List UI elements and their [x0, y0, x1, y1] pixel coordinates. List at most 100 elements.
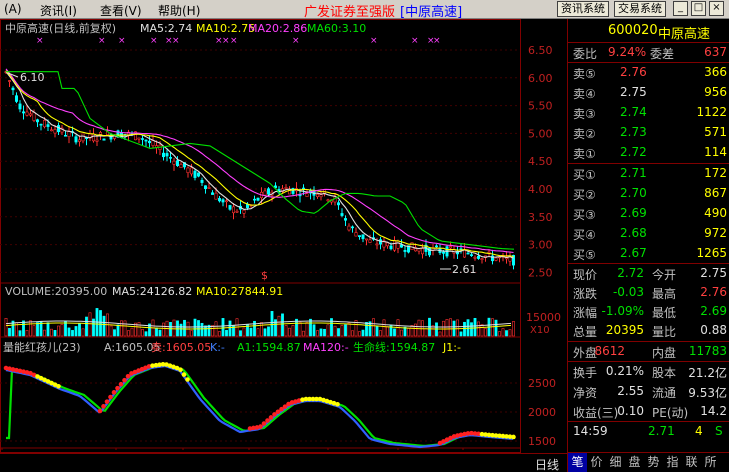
maximize-icon[interactable]: □ — [691, 1, 706, 16]
kline-chart[interactable]: 中原高速(日线,前复权) MA5:2.74 MA10:2.75 MA20:2.8… — [0, 19, 567, 453]
indicator-sell: 卖:1605.05 — [151, 341, 211, 354]
candle-body — [102, 138, 106, 141]
quote-panel: 600020 中原高速 委比 9.24% 委差 637 外盘 8612 内盘 1… — [567, 19, 729, 472]
book-label: 买⑤ — [573, 248, 596, 262]
price-tick: 4.00 — [528, 183, 553, 196]
buy-row[interactable]: 买⑤ 2.67 1265 — [568, 244, 729, 263]
menu-item-help[interactable]: 帮助(H) — [158, 2, 200, 19]
volume-bar — [512, 321, 515, 337]
indicator-dot — [178, 367, 183, 373]
candle-body — [221, 199, 225, 203]
panel-tab[interactable]: 细 — [606, 453, 625, 472]
stock-name: 中原高速 — [658, 27, 711, 42]
candle-body — [165, 153, 169, 157]
candle-body — [350, 226, 354, 229]
candle-body — [361, 234, 365, 240]
menu-item-a[interactable]: (A) — [4, 2, 22, 16]
buy-row[interactable]: 买① 2.71 172 — [568, 164, 729, 183]
signal-x-mark: × — [150, 36, 158, 46]
volume-bar — [88, 312, 92, 337]
volume-axis-top: 15000 — [526, 311, 561, 324]
sell-row[interactable]: 卖③ 2.74 1122 — [568, 103, 729, 122]
extra-value: 2.55 — [617, 384, 644, 398]
buy-row[interactable]: 买② 2.70 867 — [568, 184, 729, 203]
volume-bar — [494, 319, 498, 337]
signal-marker: $ — [261, 269, 268, 282]
volume-bar — [445, 319, 449, 337]
candle-body — [343, 218, 347, 221]
high-annotation: 6.10 — [20, 71, 45, 84]
candle-body — [315, 194, 319, 197]
weibi-value: 9.24% — [608, 45, 647, 59]
volume-bar — [424, 328, 428, 337]
candle-body — [473, 256, 477, 259]
menu-item-view[interactable]: 查看(V) — [100, 2, 142, 19]
panel-tab[interactable]: 联 — [682, 453, 701, 472]
volume-bar — [267, 326, 270, 337]
volume-bar — [67, 327, 71, 337]
news-system-button[interactable]: 资讯系统 — [557, 1, 609, 17]
volume-bar — [81, 328, 85, 337]
candle-body — [211, 192, 215, 195]
ma60-line — [6, 71, 515, 250]
menu-item-news[interactable]: 资讯(I) — [40, 2, 77, 19]
candle-body — [172, 160, 176, 165]
candle-body — [228, 205, 232, 210]
indicator-life: 生命线:1594.87 — [353, 340, 435, 354]
buy-row[interactable]: 买④ 2.68 972 — [568, 224, 729, 243]
volume-bar — [312, 324, 316, 337]
close-icon[interactable]: × — [709, 1, 724, 16]
volume-bar — [417, 319, 421, 337]
extra-label: 收益(三) — [573, 406, 619, 420]
sell-row[interactable]: 卖① 2.72 114 — [568, 143, 729, 162]
volume-bar — [277, 315, 281, 337]
extra-value: 0.21% — [605, 364, 644, 378]
stat-value-2: 2.69 — [700, 304, 727, 318]
volume-bar — [25, 330, 29, 337]
volume-bar — [270, 311, 274, 337]
book-volume: 490 — [704, 206, 727, 220]
panel-tab[interactable]: 所 — [701, 453, 720, 472]
sell-row[interactable]: 卖⑤ 2.76 366 — [568, 63, 729, 82]
volume-bar — [316, 330, 319, 337]
candle-body — [263, 190, 267, 196]
candle-body — [28, 113, 32, 116]
signal-x-mark: × — [172, 36, 180, 46]
stock-code: 600020 — [608, 23, 658, 38]
book-label: 卖⑤ — [573, 67, 596, 81]
volume-bar — [22, 320, 25, 337]
candle-body — [186, 167, 190, 174]
panel-tab[interactable]: 笔 — [568, 453, 587, 472]
signal-x-mark: × — [292, 36, 300, 46]
daily-tab[interactable]: 日线 — [535, 456, 559, 472]
buy-row[interactable]: 买③ 2.69 490 — [568, 204, 729, 223]
panel-tab[interactable]: 势 — [644, 453, 663, 472]
volume-bar — [410, 325, 414, 337]
candle-body — [169, 157, 173, 159]
sell-row[interactable]: 卖④ 2.75 956 — [568, 83, 729, 102]
volume-bar — [4, 318, 8, 337]
window-title: [中原高速] — [400, 5, 463, 20]
book-volume: 1122 — [696, 105, 727, 119]
volume-bar — [53, 330, 57, 337]
indicator-green-line — [6, 363, 514, 448]
panel-tab[interactable]: 指 — [663, 453, 682, 472]
volume-bar — [340, 325, 344, 337]
sell-row[interactable]: 卖② 2.73 571 — [568, 123, 729, 142]
panel-tab[interactable]: 价 — [587, 453, 606, 472]
signal-x-mark: × — [36, 36, 44, 46]
panel-tab[interactable]: 盘 — [625, 453, 644, 472]
volume-bar — [242, 327, 246, 337]
volume-bar — [218, 331, 221, 337]
candle-body — [225, 200, 229, 203]
volume-bar — [120, 320, 123, 337]
indicator-dot — [104, 399, 110, 404]
minimize-icon[interactable]: _ — [673, 1, 688, 16]
neipan-value: 11783 — [688, 344, 727, 358]
ma5-label: MA5:2.74 — [140, 22, 192, 35]
volume-bar — [102, 315, 106, 337]
extra-value: 0.10 — [617, 404, 644, 418]
trade-system-button[interactable]: 交易系统 — [614, 1, 666, 17]
volume-bar — [200, 322, 204, 337]
volume-bar — [473, 317, 477, 337]
